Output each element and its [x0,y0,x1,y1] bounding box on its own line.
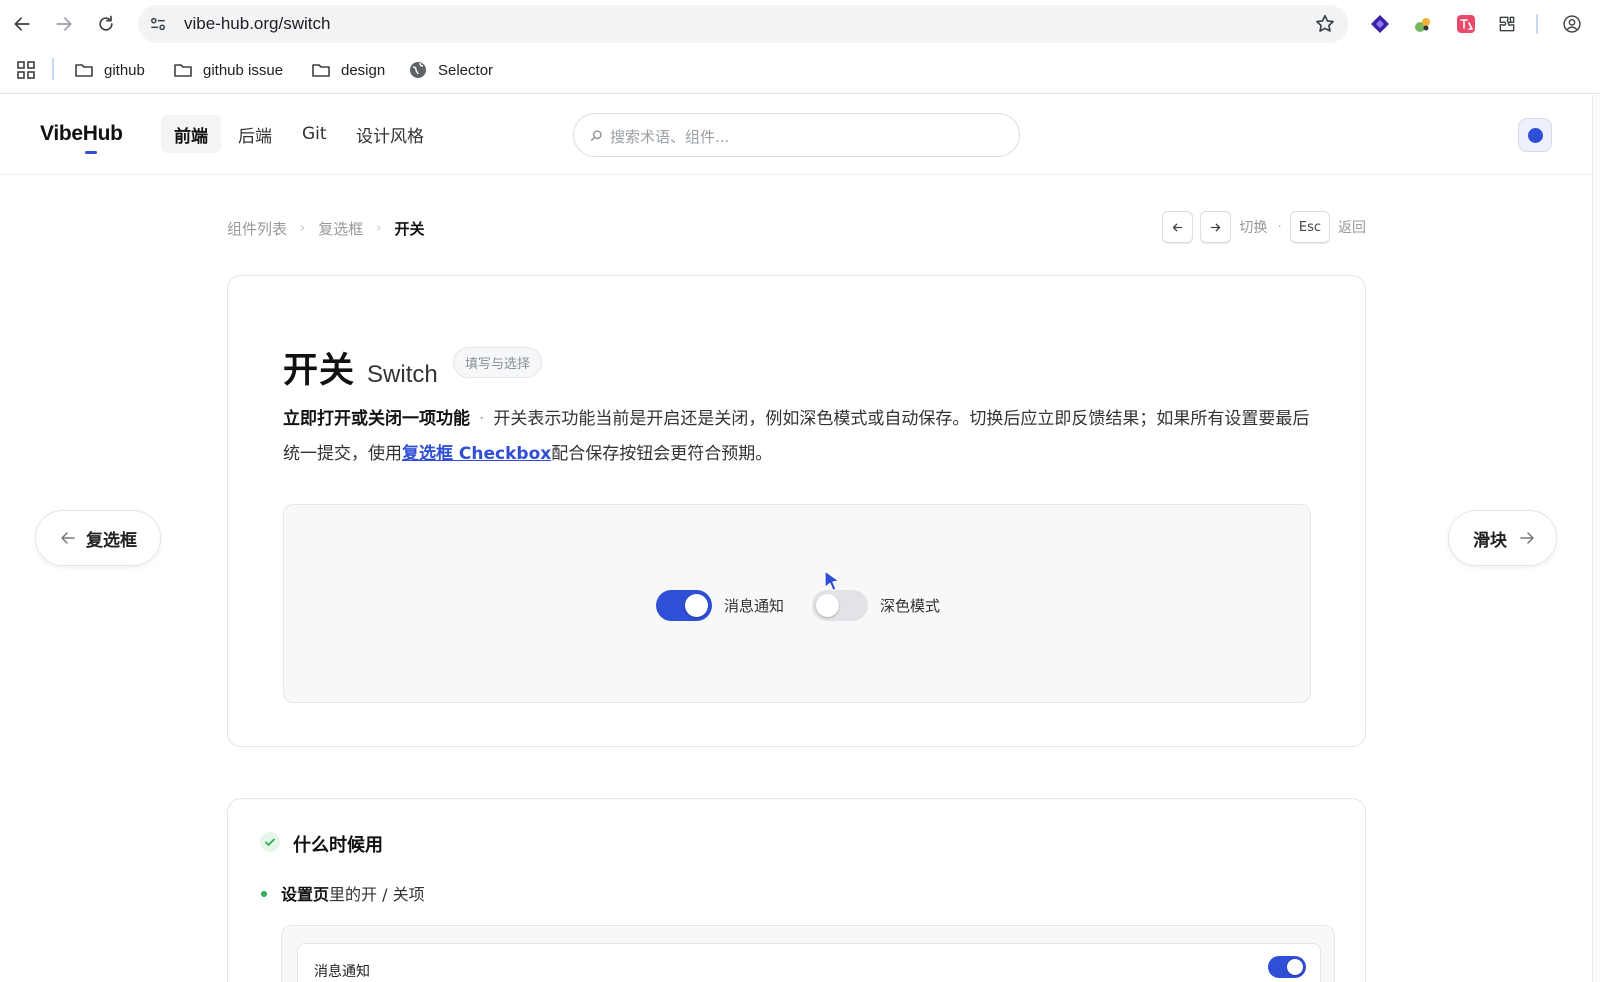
next-key[interactable] [1200,211,1232,243]
bullet-item: 设置页里的开 / 关项 [281,881,425,905]
prev-key[interactable] [1162,211,1194,243]
bullet-icon [261,891,267,897]
component-description: 立即打开或关闭一项功能 · 开关表示功能当前是开启还是关闭，例如深色模式或自动保存。… [283,402,1323,472]
folder-icon [174,64,192,77]
search-input[interactable]: 搜索术语、组件... [573,113,1020,157]
arrow-right-icon [1211,223,1221,231]
component-title: 开关 Switch [283,342,438,393]
nav-tab-backend[interactable]: 后端 [225,115,285,153]
breadcrumb: 组件列表 › 复选框 › 开关 [227,217,424,239]
notification-switch-label: 消息通知 [724,597,785,615]
settings-row-switch[interactable] [1268,956,1306,978]
description-part2: 配合保存按钮会更符合预期。 [551,444,773,464]
switch-knob [685,594,708,617]
bookmarks-divider [52,58,54,80]
switch-hint-label: 切换 [1239,220,1268,236]
demo-area: 消息通知 深色模式 [283,504,1311,703]
reload-button[interactable] [92,10,120,38]
site-settings-icon[interactable] [148,14,168,34]
next-component-button[interactable]: 滑块 [1448,510,1557,566]
apps-grid-button[interactable] [16,58,46,82]
settings-row: 消息通知 [297,943,1321,982]
arrow-right-icon [56,17,72,31]
apps-grid-icon [17,61,35,79]
bookmark-github-issue[interactable]: github issue [173,58,283,82]
globe-icon [410,62,426,78]
checkbox-link[interactable]: 复选框 Checkbox [402,444,551,464]
chevron-right-icon: › [376,220,382,236]
browser-chrome: vibe-hub.org/switch github github issue … [0,0,1600,94]
bookmark-github[interactable]: github [74,58,145,82]
bullet-rest: 里的开 / 关项 [329,885,425,904]
nav-tab-design-style[interactable]: 设计风格 [343,115,437,153]
prev-component-button[interactable]: 复选框 [35,510,161,566]
nav-tab-git[interactable]: Git [289,115,340,153]
site-logo[interactable]: VibeHub [40,122,123,146]
extension-puzzle-green-icon[interactable] [1413,14,1433,34]
address-bar[interactable]: vibe-hub.org/switch [138,5,1348,43]
nav-tab-frontend[interactable]: 前端 [161,115,221,153]
breadcrumb-item-component-list[interactable]: 组件列表 [227,218,287,239]
folder-icon [312,64,330,77]
section-title: 什么时候用 [293,835,383,856]
theme-toggle-button[interactable] [1518,118,1552,152]
description-separator: · [479,409,485,429]
when-to-use-card: 什么时候用 设置页里的开 / 关项 消息通知 [227,798,1366,982]
arrow-left-icon [61,532,75,544]
description-summary: 立即打开或关闭一项功能 [283,409,470,429]
prev-component-label: 复选框 [86,530,137,551]
chevron-right-icon: › [300,220,306,236]
dark-mode-switch-label: 深色模式 [880,597,941,615]
esc-key[interactable]: Esc [1289,211,1330,243]
search-placeholder: 搜索术语、组件... [610,128,730,146]
category-tag: 填写与选择 [453,347,543,378]
dark-mode-switch[interactable] [812,590,868,621]
settings-preview: 消息通知 [281,925,1335,982]
keyboard-hints: 切换 · Esc 返回 [1162,211,1366,243]
extension-purple-diamond-icon[interactable] [1370,14,1390,34]
app-header: VibeHub 前端 后端 Git 设计风格 搜索术语、组件... [0,95,1592,175]
switch-knob [816,594,839,617]
theme-dot-icon [1528,128,1543,143]
component-card: 开关 Switch 填写与选择 立即打开或关闭一项功能 · 开关表示功能当前是开启还… [227,275,1366,747]
toolbar-divider [1536,14,1538,34]
bookmark-selector[interactable]: Selector [408,58,493,82]
url-text[interactable]: vibe-hub.org/switch [184,14,330,34]
arrow-left-icon [1173,223,1183,231]
reload-icon [99,15,113,31]
title-chinese: 开关 [283,351,356,391]
hint-separator: · [1277,219,1282,235]
folder-icon [75,64,93,77]
arrow-left-icon [14,17,30,31]
search-icon [590,130,602,142]
switch-knob [1287,959,1303,975]
settings-row-label: 消息通知 [314,964,370,980]
extensions-puzzle-icon[interactable] [1497,14,1517,34]
bookmark-design[interactable]: design [311,58,385,82]
title-english: Switch [367,361,438,388]
bullet-bold: 设置页 [281,885,330,904]
arrow-right-icon [1520,532,1534,544]
scrollbar-track[interactable] [1592,95,1600,982]
profile-avatar-icon[interactable] [1562,14,1582,34]
back-hint-label: 返回 [1338,220,1366,236]
browser-toolbar: vibe-hub.org/switch [0,0,1600,48]
bookmarks-bar: github github issue design Selector [0,50,1600,90]
bookmark-star-icon[interactable] [1314,13,1336,35]
check-icon [260,832,280,852]
breadcrumb-item-current: 开关 [394,219,425,238]
forward-button[interactable] [50,10,78,38]
logo-underline [85,151,97,154]
back-button[interactable] [8,10,36,38]
notification-switch[interactable] [656,590,712,621]
extension-translate-icon[interactable] [1456,14,1476,34]
breadcrumb-item-checkbox[interactable]: 复选框 [318,218,363,239]
next-component-label: 滑块 [1473,530,1507,551]
mouse-cursor-icon [824,570,840,592]
